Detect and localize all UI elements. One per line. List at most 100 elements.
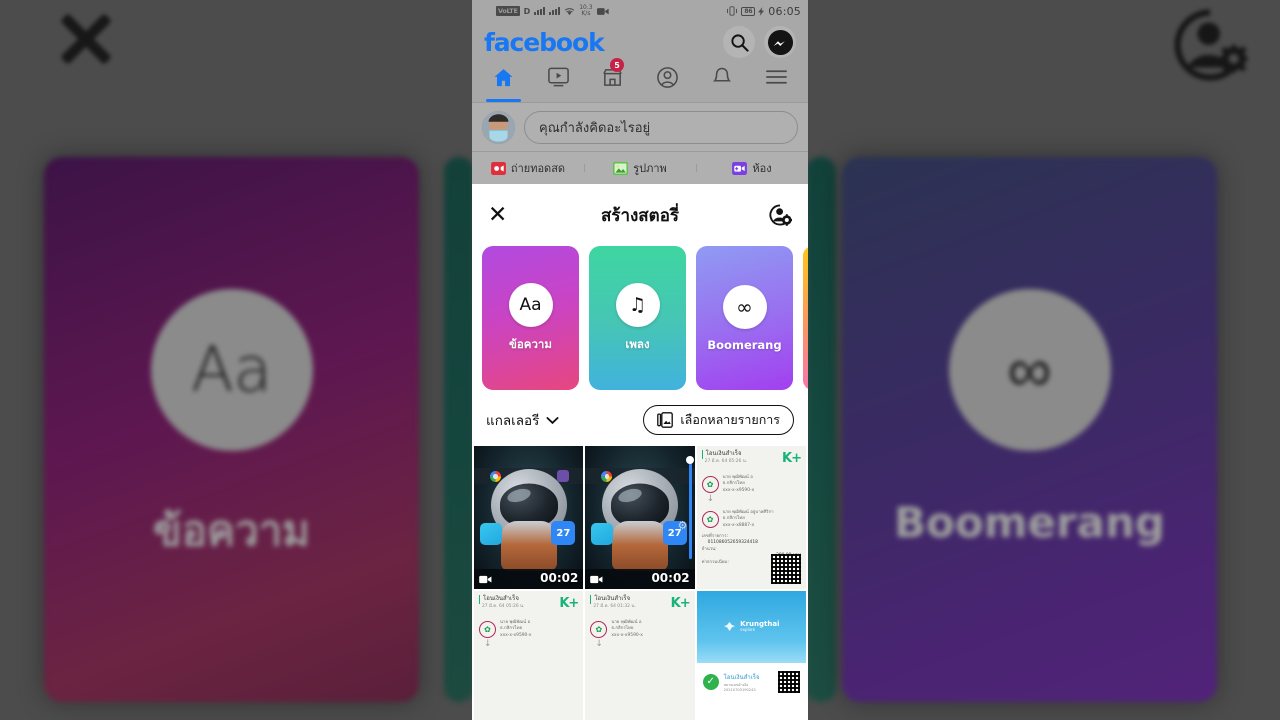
kbank-logo: K+	[559, 596, 579, 611]
phone-screenshot: VoLTE D 10.3 K/s 86 06:05 facebook 5 คุณ…	[472, 0, 808, 720]
receipt-title: โอนเงินสำเร็จ	[590, 595, 635, 604]
bank-avatar: ✿	[701, 511, 719, 529]
receipt-date: 27 มี.ค. 64 01:32 น.	[593, 603, 636, 609]
vibrate-icon	[727, 6, 738, 16]
thumbnail-image: โอนเงินสำเร็จ 27 มี.ค. 64 05:26 น. K+ ✿ …	[696, 446, 806, 589]
composer-action-label: รูปภาพ	[633, 162, 667, 175]
video-duration: 00:02	[651, 571, 690, 585]
select-multiple-label: เลือกหลายรายการ	[680, 412, 780, 427]
video-camera-icon	[479, 575, 492, 584]
chevron-down-icon	[546, 416, 559, 424]
story-card-partial[interactable]	[803, 246, 808, 390]
bank-avatar: ✿	[701, 475, 719, 493]
transfer-arrow-icon: ↓	[595, 638, 603, 649]
receipt-from-acct: xxx-x-x9590-x	[500, 632, 532, 638]
receipt-from-acct: xxx-x-x9590-x	[611, 632, 643, 638]
story-card-label: ข้อความ	[509, 336, 552, 351]
messenger-button[interactable]	[764, 26, 796, 58]
music-note-glyph: ♫	[628, 293, 647, 316]
video-icon	[547, 67, 569, 87]
close-button[interactable]: ✕	[488, 203, 507, 227]
qr-code	[771, 554, 801, 584]
search-button[interactable]	[723, 26, 755, 58]
background-story-card-boomerang: ∞ Boomerang	[842, 157, 1217, 702]
nav-tab-notifications[interactable]	[695, 56, 750, 102]
nav-tab-watch[interactable]	[531, 56, 586, 102]
person-icon	[656, 66, 678, 88]
story-card-label: Boomerang	[707, 337, 782, 352]
gear-icon: ⚙	[677, 519, 688, 533]
status-bar: VoLTE D 10.3 K/s 86 06:05	[472, 0, 808, 22]
boomerang-icon-bubble: ∞	[722, 284, 767, 329]
gallery-toolbar: แกลเลอรี เลือกหลายรายการ	[472, 390, 808, 446]
composer-action-photo[interactable]: รูปภาพ	[584, 159, 696, 177]
home-icon	[494, 68, 513, 86]
data-rate: 10.3 K/s	[579, 3, 593, 17]
bank-avatar: ✿	[590, 620, 608, 638]
story-type-cards: Aa ข้อความ ♫ เพลง ∞ Boomerang	[472, 246, 808, 390]
qr-code	[778, 670, 800, 693]
privacy-settings-icon	[769, 204, 793, 226]
volume-slider	[686, 456, 695, 559]
volte-indicator: VoLTE	[496, 6, 520, 16]
text-icon-bubble: Aa	[508, 282, 553, 327]
multi-photo-icon	[657, 412, 674, 428]
composer-action-label: ถ่ายทอดสด	[510, 162, 566, 175]
receipt-title: โอนเงินสำเร็จ	[701, 450, 747, 459]
signal-bars-icon-1	[534, 7, 546, 15]
privacy-settings-button[interactable]	[768, 203, 793, 227]
gallery-source-dropdown[interactable]: แกลเลอรี	[486, 409, 559, 431]
thumbnail-image: 27 ⚙	[585, 446, 695, 589]
bank-avatar: ✿	[479, 620, 496, 638]
video-duration: 00:02	[540, 571, 579, 585]
thumbnail-image: Krungthai explore ✓ โอนเงินสำเร็จ หมายเล…	[696, 591, 806, 720]
krungthai-brand: Krungthai explore	[740, 619, 780, 633]
krungthai-status: โอนเงินสำเร็จ หมายเลขอ้างอิง 20210703190…	[723, 673, 760, 692]
nav-tab-home[interactable]	[476, 56, 531, 102]
nav-tab-marketplace[interactable]: 5	[585, 56, 640, 102]
background-card-strip-left	[444, 157, 474, 702]
hamburger-icon	[766, 70, 788, 84]
background-card-label: Boomerang	[894, 497, 1165, 547]
select-multiple-button[interactable]: เลือกหลายรายการ	[643, 405, 794, 435]
messenger-icon	[767, 29, 793, 55]
transfer-arrow-icon: ↓	[484, 638, 492, 649]
check-circle-icon: ✓	[702, 673, 719, 690]
charging-icon	[758, 6, 765, 16]
create-story-sheet: ✕ สร้างสตอรี่ Aa ข้อความ ♫ เพลง ∞ Boomer…	[472, 184, 808, 720]
facebook-header: facebook	[472, 22, 808, 60]
status-bar-left: VoLTE D 10.3 K/s	[496, 3, 609, 18]
composer-input[interactable]: คุณกำลังคิดอะไรอยู่	[524, 111, 798, 144]
gallery-item-receipt-1[interactable]: โอนเงินสำเร็จ 27 มี.ค. 64 05:26 น. K+ ✿ …	[696, 446, 806, 589]
live-video-icon	[490, 161, 506, 175]
video-camera-icon	[590, 575, 603, 584]
gallery-item-receipt-2[interactable]: โอนเงินสำเร็จ 27 มี.ค. 64 05:26 น. K+ ✿ …	[474, 591, 584, 720]
gallery-item-video-2[interactable]: 27 ⚙ 00:02	[585, 446, 695, 589]
composer-action-room[interactable]: ห้อง	[696, 159, 808, 177]
story-card-label: เพลง	[625, 336, 650, 351]
gallery-item-krungthai[interactable]: Krungthai explore ✓ โอนเงินสำเร็จ หมายเล…	[696, 591, 806, 720]
sheet-header: ✕ สร้างสตอรี่	[472, 184, 808, 246]
background-boomerang-bubble: ∞	[948, 288, 1111, 451]
nav-tab-profile[interactable]	[640, 56, 695, 102]
story-card-music[interactable]: ♫ เพลง	[589, 246, 686, 390]
krungthai-banner: Krungthai explore	[696, 591, 806, 663]
nav-tab-menu[interactable]	[749, 56, 804, 102]
marketplace-badge: 5	[610, 58, 625, 72]
bell-icon	[712, 67, 732, 82]
story-card-text[interactable]: Aa ข้อความ	[482, 246, 579, 390]
infinity-glyph: ∞	[1007, 332, 1052, 406]
wifi-icon	[565, 7, 575, 15]
composer-action-live[interactable]: ถ่ายทอดสด	[472, 159, 584, 177]
gallery-item-receipt-3[interactable]: โอนเงินสำเร็จ 27 มี.ค. 64 01:32 น. K+ ✿ …	[585, 591, 695, 720]
gallery-thumbnail-grid: 27 00:02 27 ⚙ 00:02 โอนเงินสำเร็จ 27 มี.…	[472, 446, 808, 720]
screen-record-icon	[596, 7, 609, 15]
avatar[interactable]	[482, 111, 515, 144]
gallery-item-video-1[interactable]: 27 00:02	[474, 446, 584, 589]
story-card-boomerang[interactable]: ∞ Boomerang	[696, 246, 793, 390]
transfer-arrow-icon: ↓	[706, 493, 715, 504]
thumbnail-image: 27	[474, 446, 584, 589]
room-icon	[732, 161, 748, 175]
gallery-source-label: แกลเลอรี	[486, 413, 540, 429]
aa-glyph: Aa	[191, 332, 272, 406]
